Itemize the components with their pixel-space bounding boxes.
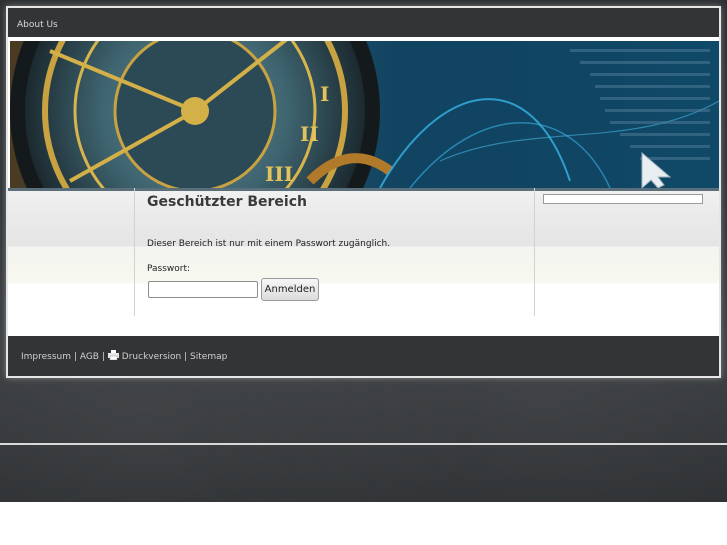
right-column-divider (534, 188, 535, 316)
sidebar-box (543, 194, 703, 204)
login-button[interactable]: Anmelden (261, 278, 319, 301)
footer-link-sitemap[interactable]: Sitemap (190, 352, 227, 362)
password-input[interactable] (148, 281, 258, 298)
svg-text:III: III (265, 162, 293, 186)
footer-link-print-version[interactable]: Druckversion (122, 352, 181, 362)
svg-text:I: I (320, 82, 329, 106)
printer-icon[interactable] (107, 350, 119, 363)
banner-artwork: II I III (10, 41, 719, 188)
footer-separator: | (101, 352, 105, 362)
footer-separator: | (184, 352, 188, 362)
password-label: Passwort: (147, 264, 191, 274)
nav-item-about-us[interactable]: About Us (17, 20, 58, 30)
left-column-divider (134, 188, 135, 316)
page-title: Geschützter Bereich (147, 194, 307, 210)
svg-text:II: II (300, 122, 319, 146)
content-area (8, 191, 719, 336)
footer-links: Impressum | AGB | Druckversion | Sitemap (21, 350, 227, 363)
backdrop-divider (0, 443, 727, 445)
protected-area-info: Dieser Bereich ist nur mit einem Passwor… (147, 239, 391, 249)
footer-link-agb[interactable]: AGB (80, 352, 99, 362)
top-navigation: About Us (8, 8, 719, 37)
footer-link-impressum[interactable]: Impressum (21, 352, 71, 362)
footer-separator: | (73, 352, 77, 362)
footer: Impressum | AGB | Druckversion | Sitemap (8, 336, 719, 376)
header-banner-image: II I III (10, 41, 719, 188)
site-frame: About Us II I III (6, 6, 721, 378)
